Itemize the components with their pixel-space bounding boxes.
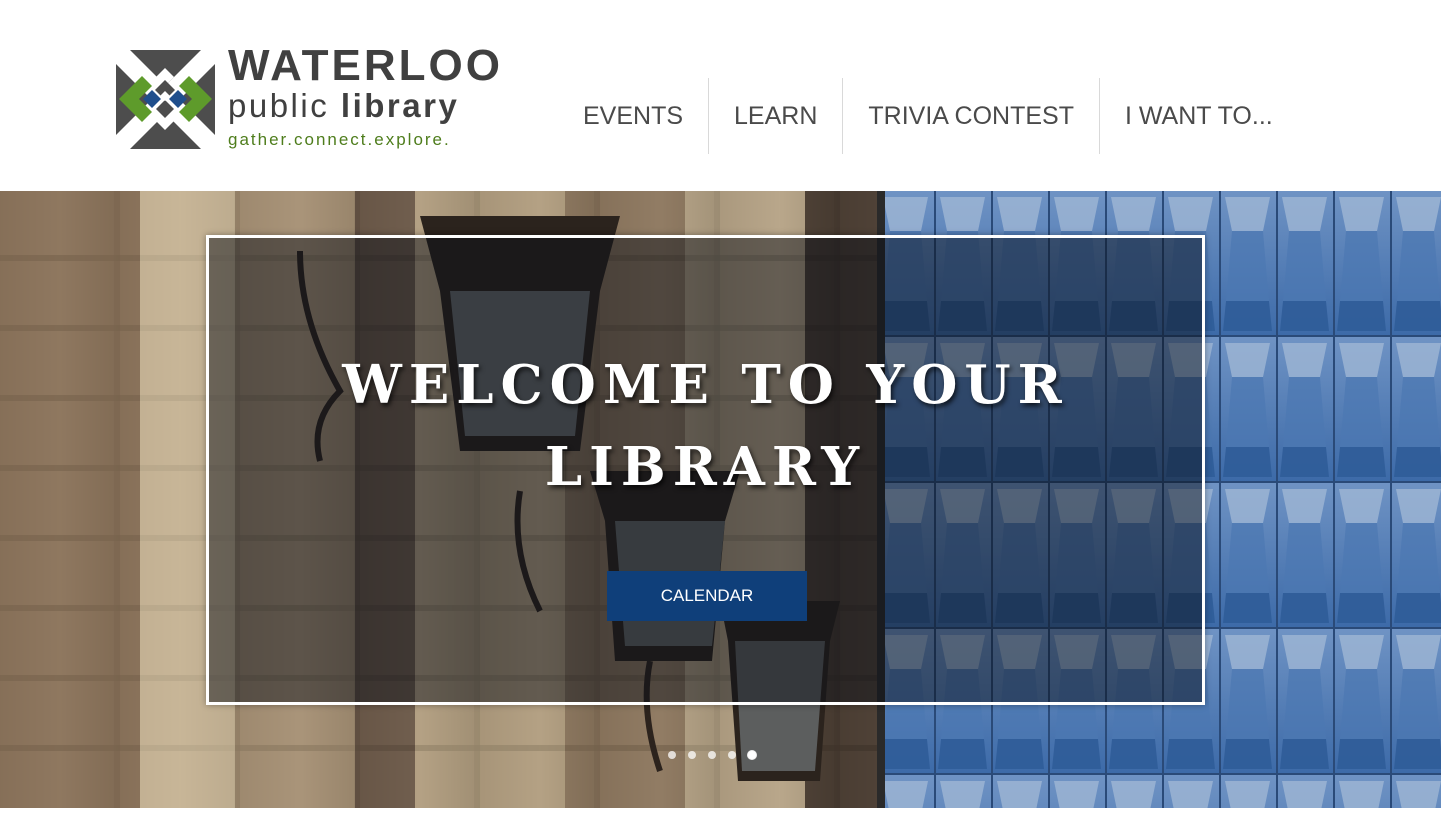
logo-title: WATERLOO	[228, 41, 503, 90]
nav-events[interactable]: EVENTS	[558, 78, 708, 154]
slide-dot-5[interactable]	[748, 751, 756, 759]
hero-slideshow: WELCOME TO YOUR LIBRARY CALENDAR	[0, 191, 1441, 808]
nav-trivia-contest[interactable]: TRIVIA CONTEST	[842, 78, 1099, 154]
nav-learn[interactable]: LEARN	[708, 78, 842, 154]
slide-dot-4[interactable]	[728, 751, 736, 759]
logo-subtitle-library: library	[340, 87, 460, 124]
library-logo-icon[interactable]	[116, 50, 215, 149]
logo-subtitle: public library	[228, 88, 503, 124]
slide-dot-3[interactable]	[708, 751, 716, 759]
slide-dot-1[interactable]	[668, 751, 676, 759]
welcome-panel: WELCOME TO YOUR LIBRARY CALENDAR	[206, 235, 1205, 705]
site-header: WATERLOO public library gather.connect.e…	[0, 0, 1441, 190]
nav-i-want-to[interactable]: I WANT TO...	[1099, 78, 1298, 154]
logo-tagline: gather.connect.explore.	[228, 130, 451, 149]
hero-title: WELCOME TO YOUR LIBRARY	[342, 354, 1069, 498]
calendar-button[interactable]: CALENDAR	[607, 571, 807, 621]
main-nav: EVENTS LEARN TRIVIA CONTEST I WANT TO...	[558, 78, 1298, 154]
library-wordmark[interactable]: WATERLOO public library gather.connect.e…	[228, 44, 503, 150]
logo-subtitle-public: public	[228, 87, 330, 124]
slideshow-dots	[668, 751, 756, 759]
slide-dot-2[interactable]	[688, 751, 696, 759]
